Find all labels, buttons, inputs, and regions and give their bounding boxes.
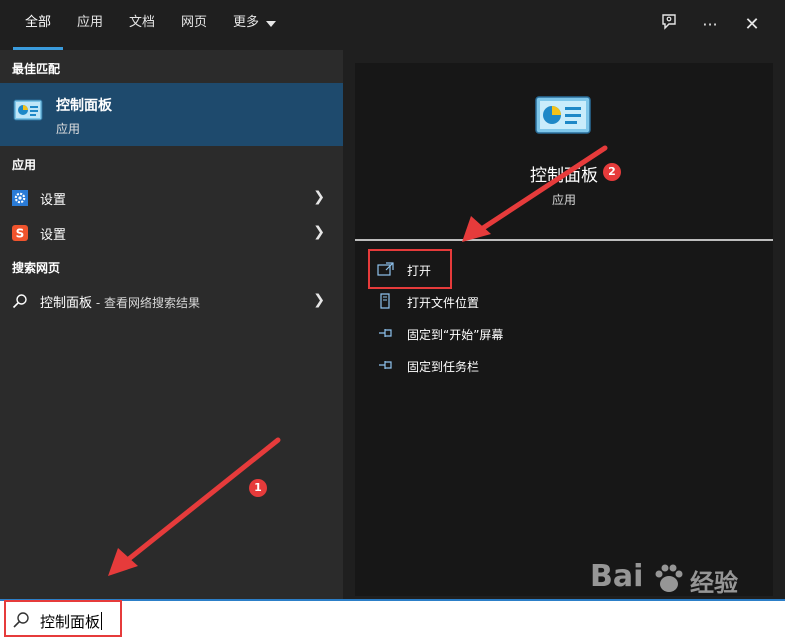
chevron-right-icon[interactable]: ❯ — [313, 189, 325, 205]
best-match-heading: 最佳匹配 — [12, 62, 61, 76]
tab-more[interactable]: 更多 — [226, 0, 266, 50]
preview-title: 控制面板 — [530, 166, 598, 186]
preview-pane: 控制面板 应用 打开 打开文件位置 固定到“开始”屏幕 固定到任务栏 — [355, 63, 773, 596]
web-search-heading: 搜索网页 — [12, 261, 61, 275]
search-input-value: 控制面板 — [40, 613, 101, 631]
best-match-title: 控制面板 — [56, 98, 112, 114]
search-icon — [12, 294, 27, 309]
watermark-url: jingyan.baidu.com — [602, 603, 713, 617]
results-pane: 最佳匹配 控制面板 应用 应用 设置 ❯ S 设置 ❯ 搜索网页 控制面板 - … — [0, 50, 343, 599]
paw-icon — [655, 564, 683, 592]
tab-documents[interactable]: 文档 — [122, 0, 162, 50]
baidu-jingyan-watermark: Bai 经验 jingyan.baidu.com — [590, 555, 780, 635]
sogou-icon: S — [12, 225, 28, 241]
action-label: 固定到“开始”屏幕 — [407, 328, 504, 342]
apps-heading: 应用 — [12, 158, 37, 172]
web-result-label: 控制面板 - 查看网络搜索结果 — [40, 292, 200, 311]
app-result-settings-2[interactable]: S 设置 ❯ — [0, 216, 343, 250]
close-icon[interactable]: ✕ — [739, 12, 765, 38]
more-options-icon[interactable]: ··· — [697, 12, 723, 38]
web-result-query: 控制面板 — [40, 296, 93, 311]
annotation-badge-1: 1 — [249, 479, 267, 497]
app-result-label: 设置 — [40, 193, 67, 208]
divider — [355, 239, 773, 241]
action-label: 固定到任务栏 — [407, 360, 480, 374]
app-result-settings[interactable]: 设置 ❯ — [0, 181, 343, 215]
web-result-suffix: - 查看网络搜索结果 — [92, 296, 200, 310]
chevron-right-icon[interactable]: ❯ — [313, 292, 325, 308]
tab-more-label: 更多 — [232, 15, 259, 30]
top-tab-bar: 全部 应用 文档 网页 更多 ··· ✕ — [0, 0, 785, 50]
chevron-down-icon — [266, 21, 276, 27]
tab-all[interactable]: 全部 — [13, 0, 63, 50]
pin-icon — [379, 329, 392, 337]
action-label: 打开 — [407, 264, 432, 278]
tab-web[interactable]: 网页 — [174, 0, 214, 50]
tab-apps[interactable]: 应用 — [70, 0, 110, 50]
folder-location-icon — [380, 293, 390, 309]
pin-icon — [379, 361, 392, 369]
preview-type: 应用 — [551, 193, 576, 207]
svg-text:S: S — [16, 227, 25, 241]
chevron-right-icon[interactable]: ❯ — [313, 224, 325, 240]
action-label: 打开文件位置 — [407, 296, 480, 310]
app-result-label: 设置 — [40, 228, 67, 243]
watermark-brand-cn: 经验 — [690, 569, 738, 597]
open-icon — [377, 262, 394, 276]
search-input[interactable]: 控制面板 — [40, 611, 103, 632]
web-search-result[interactable]: 控制面板 - 查看网络搜索结果 ❯ — [0, 284, 343, 318]
control-panel-icon — [535, 96, 591, 134]
text-caret — [101, 612, 103, 630]
search-icon — [13, 612, 29, 628]
feedback-icon[interactable] — [656, 12, 682, 38]
best-match-item[interactable]: 控制面板 应用 — [0, 83, 343, 146]
gear-icon — [12, 190, 28, 206]
best-match-subtitle: 应用 — [56, 122, 81, 136]
watermark-brand: Bai — [590, 559, 644, 594]
annotation-badge-2: 2 — [603, 163, 621, 181]
control-panel-icon — [13, 99, 43, 121]
